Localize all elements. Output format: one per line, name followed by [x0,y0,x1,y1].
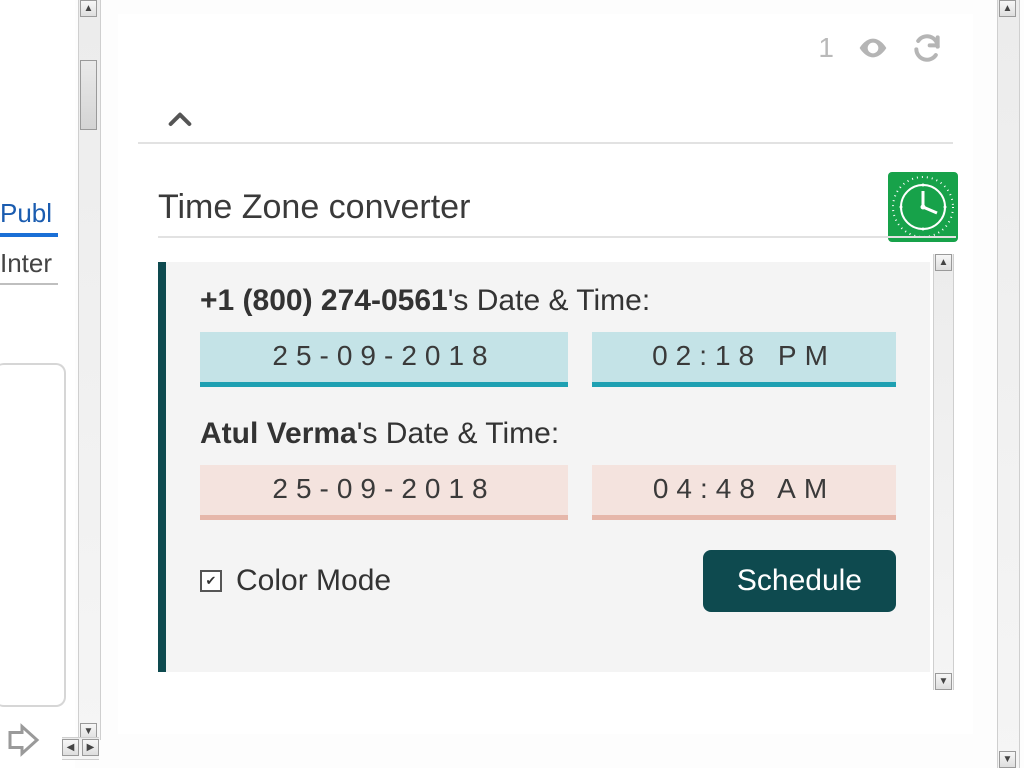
eye-icon[interactable] [857,32,889,64]
entry-user: Atul Verma's Date & Time: 25-09-2018 04:… [200,417,896,520]
label-suffix: 's Date & Time: [357,417,559,450]
entry-caller-name: +1 (800) 274-0561 [200,284,448,317]
scroll-down-icon[interactable]: ▼ [935,673,952,690]
user-date-input[interactable]: 25-09-2018 [200,465,568,520]
entry-caller: +1 (800) 274-0561's Date & Time: 25-09-2… [200,284,896,387]
user-time-input[interactable]: 04:48 AM [592,465,896,520]
left-scrollbar[interactable]: ▲ ▼ [78,0,101,740]
scroll-up-icon[interactable]: ▲ [935,254,952,271]
scroll-left-icon[interactable]: ◀ [62,739,79,756]
left-hscrollbar[interactable]: ◀ ▶ [62,737,99,760]
entry-caller-label: +1 (800) 274-0561's Date & Time: [200,284,896,318]
panel-title: Time Zone converter [158,188,470,227]
scroll-down-icon[interactable]: ▼ [999,751,1016,768]
entry-user-name: Atul Verma [200,417,357,450]
caller-date-input[interactable]: 25-09-2018 [200,332,568,387]
color-mode-label: Color Mode [236,564,391,598]
topbar: 1 [818,32,943,64]
color-mode-checkbox[interactable]: ✔ Color Mode [200,564,391,598]
label-suffix: 's Date & Time: [448,284,650,317]
entry-user-label: Atul Verma's Date & Time: [200,417,896,451]
main-card: 1 Time Zone converter [118,14,973,734]
arrow-right-out-icon[interactable] [2,722,42,758]
tab-inter[interactable]: Inter [0,248,58,285]
converter-panel: +1 (800) 274-0561's Date & Time: 25-09-2… [158,262,930,672]
scroll-thumb[interactable] [80,60,97,130]
tab-publ[interactable]: Publ [0,198,58,237]
scroll-up-icon[interactable]: ▲ [999,0,1016,17]
left-empty-box [0,363,66,707]
caller-time-input[interactable]: 02:18 PM [592,332,896,387]
window-scrollbar[interactable]: ▲ ▼ [997,0,1020,768]
left-pane: Publ Inter [0,0,75,768]
view-count: 1 [818,32,835,64]
divider [158,236,956,238]
checkbox-icon[interactable]: ✔ [200,570,222,592]
schedule-button[interactable]: Schedule [703,550,896,612]
scroll-right-icon[interactable]: ▶ [82,739,99,756]
panel-scrollbar[interactable]: ▲ ▼ [933,254,954,690]
divider [138,142,953,144]
clock-icon [888,172,958,242]
scroll-up-icon[interactable]: ▲ [80,0,97,17]
chevron-up-icon[interactable] [164,104,196,136]
reload-icon[interactable] [911,32,943,64]
